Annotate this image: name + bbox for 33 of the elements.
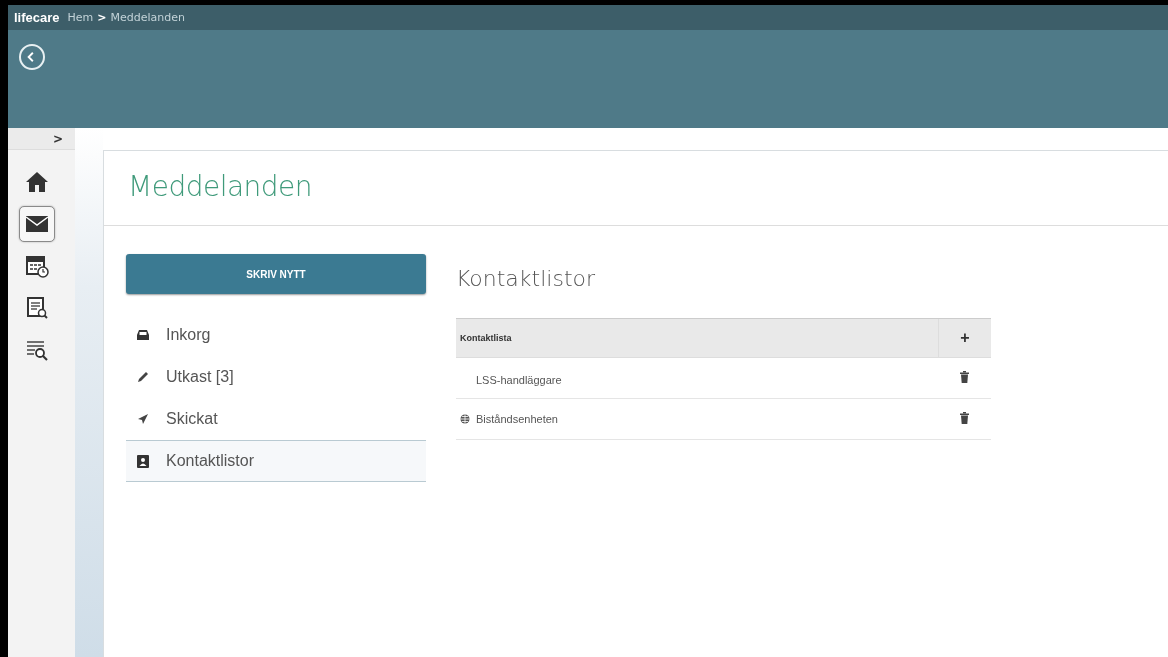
nav-item[interactable]: Kontaktlistor (126, 440, 426, 482)
contact-card-icon (137, 454, 149, 468)
inbox-icon (136, 329, 150, 341)
nav-item[interactable]: Inkorg (126, 314, 426, 356)
nav-label: Inkorg (166, 326, 211, 344)
breadcrumb-link[interactable]: Hem (67, 11, 94, 24)
breadcrumb-link[interactable]: Meddelanden (110, 11, 185, 24)
nav-item[interactable]: Skickat (126, 398, 426, 440)
trash-icon[interactable] (960, 412, 970, 424)
column-header: Kontaktlista (456, 318, 939, 358)
mail-icon[interactable] (24, 215, 49, 233)
selected-rail-item[interactable] (18, 206, 55, 242)
home-icon[interactable] (24, 171, 49, 193)
list-search-icon[interactable] (25, 339, 48, 361)
nav-label: Kontaktlistor (166, 452, 255, 470)
paper-plane-icon (137, 413, 149, 425)
trash-icon[interactable] (960, 371, 970, 383)
pencil-icon (137, 371, 149, 383)
contact-list-name[interactable]: LSS-handläggare (476, 374, 562, 386)
add-button[interactable]: + (938, 318, 991, 358)
compose-button[interactable]: SKRIV NYTT (126, 254, 426, 294)
nav-label: Skickat (166, 410, 218, 428)
nav-label: Utkast [3] (166, 368, 234, 386)
page-title: Meddelanden (127, 169, 314, 203)
section-title: Kontaktlistor (456, 266, 597, 291)
document-search-icon[interactable] (25, 296, 48, 320)
back-icon[interactable] (19, 44, 45, 70)
brand-logo: lifecare (14, 10, 60, 25)
calendar-icon[interactable] (24, 254, 49, 278)
nav-item[interactable]: Utkast [3] (126, 356, 426, 398)
sidebar-toggle[interactable]: > (8, 128, 75, 150)
contact-list-name[interactable]: Biståndsenheten (476, 412, 558, 425)
breadcrumb-separator: > (97, 11, 107, 24)
